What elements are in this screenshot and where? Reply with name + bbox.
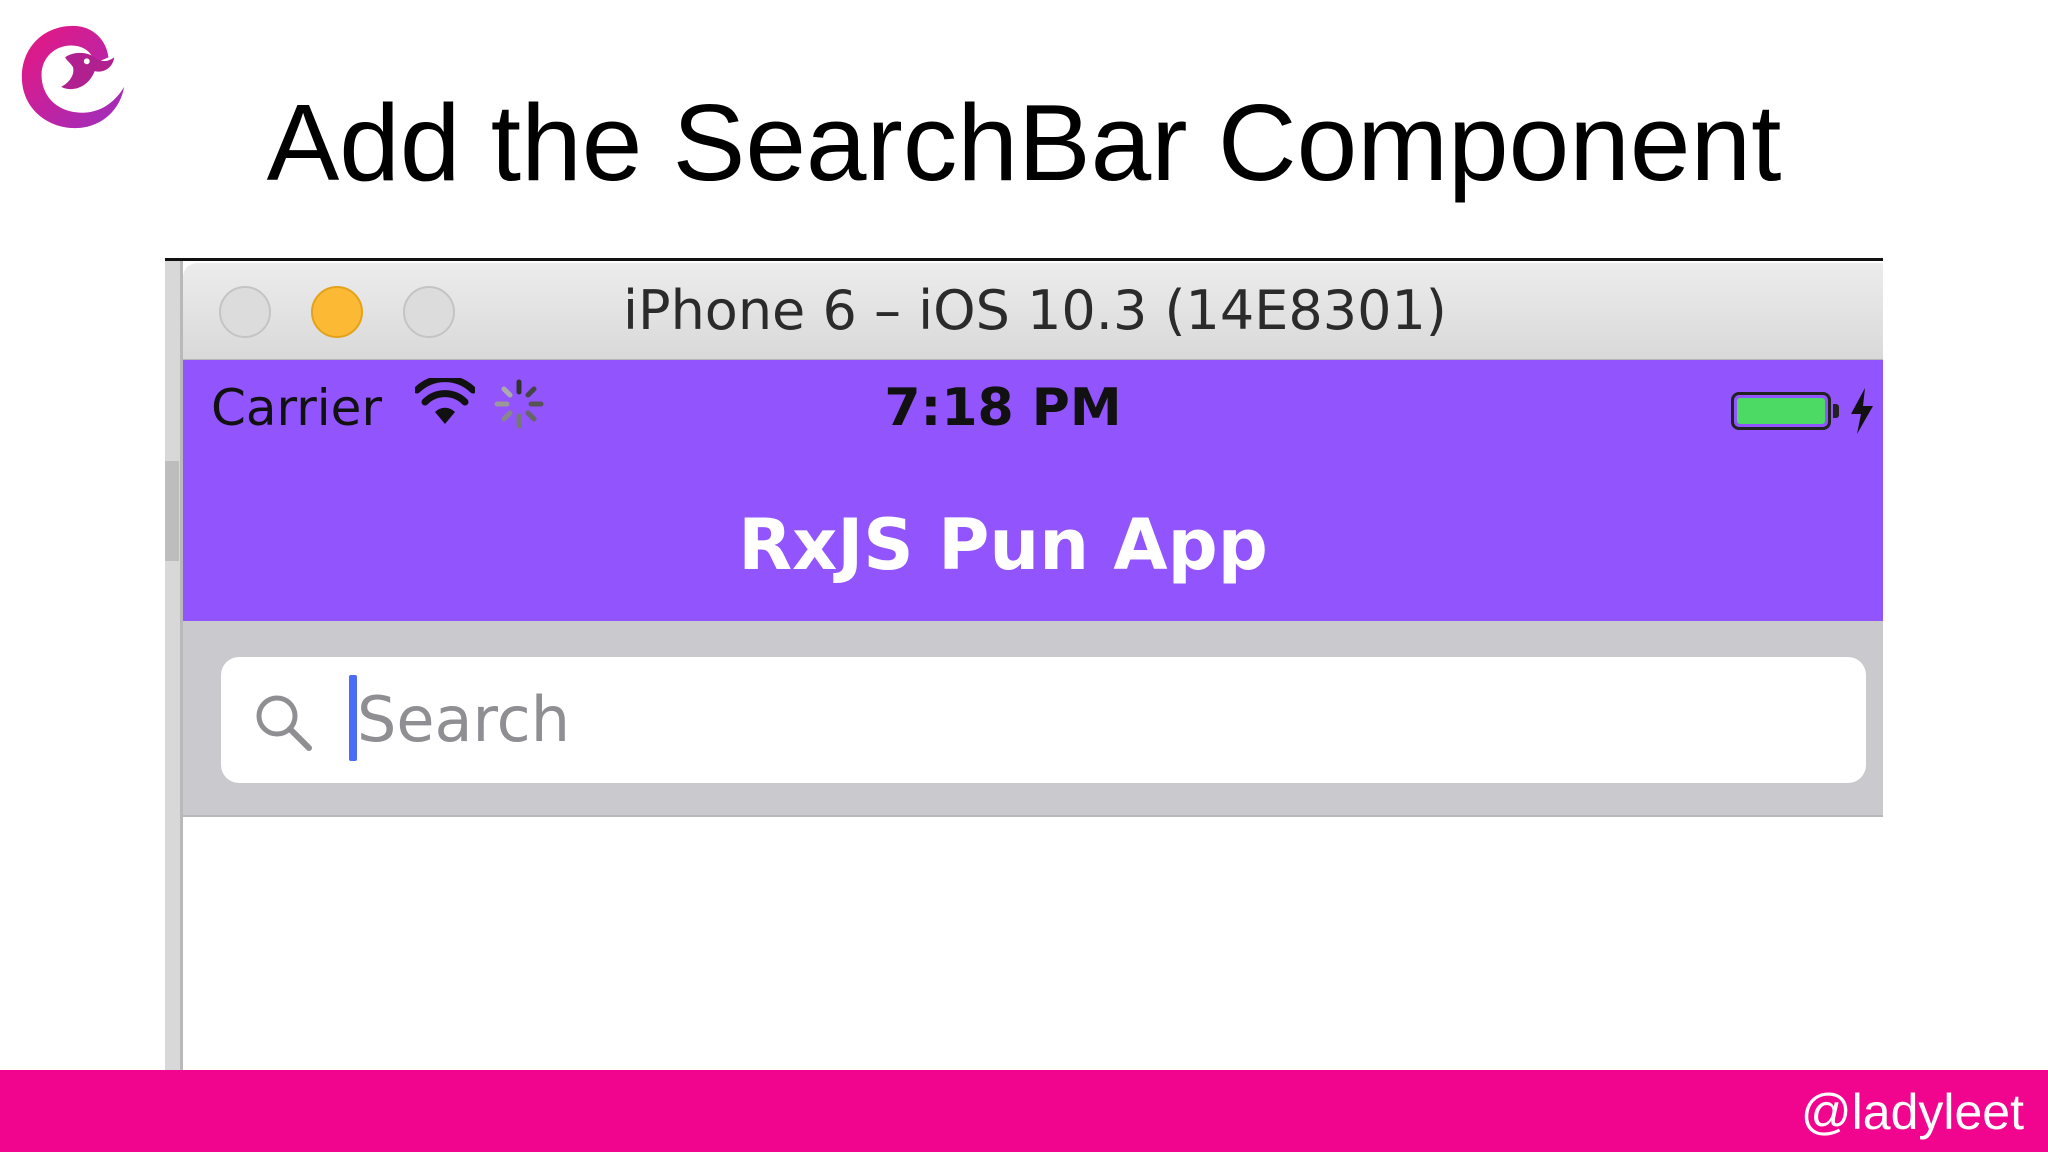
simulator-window: iPhone 6 – iOS 10.3 (14E8301) Carrier 7:…	[183, 263, 1883, 1071]
slide-title: Add the SearchBar Component	[266, 82, 1782, 204]
screenshot-top-border	[165, 258, 1883, 261]
twitter-handle: @ladyleet	[1800, 1084, 2024, 1140]
status-time: 7:18 PM	[884, 378, 1122, 438]
simulator-side-panel	[165, 261, 183, 1071]
slide-footer-bar: @ladyleet	[0, 1070, 2048, 1152]
nav-title: RxJS Pun App	[738, 504, 1268, 586]
charging-bolt-icon	[1851, 388, 1873, 434]
window-titlebar: iPhone 6 – iOS 10.3 (14E8301)	[183, 263, 1883, 360]
magnifier-icon	[256, 695, 312, 751]
close-button[interactable]	[219, 286, 271, 338]
search-bar	[183, 621, 1883, 817]
battery-full-charging-icon	[1731, 392, 1831, 430]
navigation-bar: RxJS Pun App	[183, 458, 1883, 621]
simulator-screenshot: iPhone 6 – iOS 10.3 (14E8301) Carrier 7:…	[165, 258, 1883, 1071]
carrier-label: Carrier	[211, 379, 382, 437]
text-cursor	[349, 675, 357, 761]
search-field[interactable]	[221, 657, 1866, 783]
search-input[interactable]	[357, 677, 1757, 761]
zoom-button[interactable]	[403, 286, 455, 338]
battery-tip	[1833, 404, 1839, 418]
network-activity-spinner-icon	[494, 379, 544, 429]
app-content-area	[183, 817, 1883, 1071]
ios-status-bar: Carrier 7:18 PM	[183, 360, 1883, 458]
wifi-icon	[415, 378, 475, 424]
minimize-button[interactable]	[311, 286, 363, 338]
window-title: iPhone 6 – iOS 10.3 (14E8301)	[623, 279, 1447, 342]
